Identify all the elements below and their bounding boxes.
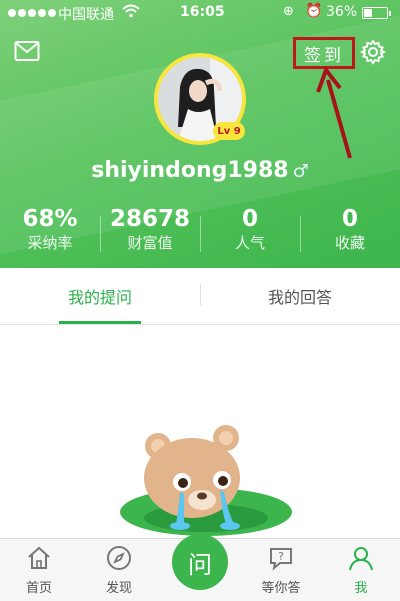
active-tab-indicator <box>59 321 141 324</box>
stat-wealth[interactable]: 28678 财富值 <box>100 206 200 254</box>
stat-label: 收藏 <box>334 234 365 252</box>
stat-popularity[interactable]: 0 人气 <box>200 206 300 254</box>
ask-button[interactable]: 问 <box>172 534 228 590</box>
carrier-name: 中国联通 <box>58 7 114 23</box>
nav-discover[interactable]: 发现 <box>84 539 154 601</box>
nav-label: 首页 <box>25 581 52 596</box>
stat-value: 0 <box>241 206 258 232</box>
gear-icon[interactable] <box>360 39 386 65</box>
nav-home[interactable]: 首页 <box>4 539 74 601</box>
mail-icon[interactable] <box>14 40 40 62</box>
male-icon: ♂ <box>292 161 309 182</box>
status-bar: 中国联通 16:05 ⊕ ⏰ 36% <box>0 0 400 26</box>
signal-icon <box>8 6 56 20</box>
nav-label: 发现 <box>105 581 132 596</box>
tab-my-questions[interactable]: 我的提问 <box>0 268 200 324</box>
profile-header: 中国联通 16:05 ⊕ ⏰ 36% 签到 Lv 9 shiyindong198… <box>0 0 400 268</box>
alarm-icon: ⏰ <box>305 3 323 19</box>
username: shiyindong1988 ♂ <box>0 158 400 183</box>
compass-icon <box>107 546 131 570</box>
question-bubble-icon: ? <box>270 548 292 571</box>
nav-label: 我 <box>354 581 368 596</box>
stat-value: 28678 <box>109 206 191 232</box>
stat-value: 0 <box>341 206 358 232</box>
stats-row: 68% 采纳率 28678 财富值 0 人气 0 收藏 <box>0 206 400 258</box>
stat-label: 采纳率 <box>27 234 73 252</box>
battery-percent: 36% <box>326 4 358 20</box>
clock: 16:05 <box>180 4 225 20</box>
crying-bear-illustration <box>120 425 292 536</box>
svg-text:?: ? <box>278 550 284 563</box>
tab-bar: 我的提问 我的回答 <box>0 268 400 325</box>
home-icon <box>28 546 50 569</box>
stat-value: 68% <box>22 206 78 232</box>
stat-adoption-rate[interactable]: 68% 采纳率 <box>0 206 100 254</box>
annotation-arrow <box>316 66 352 159</box>
wifi-icon <box>122 4 140 18</box>
level-badge: Lv 9 <box>213 122 245 140</box>
nav-waiting-answers[interactable]: ? 等你答 <box>246 539 316 601</box>
battery-icon <box>362 7 391 19</box>
rotation-lock-icon: ⊕ <box>283 4 294 19</box>
username-text: shiyindong1988 <box>91 158 289 183</box>
tab-my-answers[interactable]: 我的回答 <box>200 268 400 324</box>
stat-label: 财富值 <box>127 234 173 252</box>
person-icon <box>349 547 373 571</box>
stat-label: 人气 <box>234 234 265 252</box>
nav-me[interactable]: 我 <box>326 539 396 601</box>
checkin-button[interactable]: 签到 <box>293 37 355 69</box>
nav-label: 等你答 <box>261 581 301 596</box>
stat-favorites[interactable]: 0 收藏 <box>300 206 400 254</box>
